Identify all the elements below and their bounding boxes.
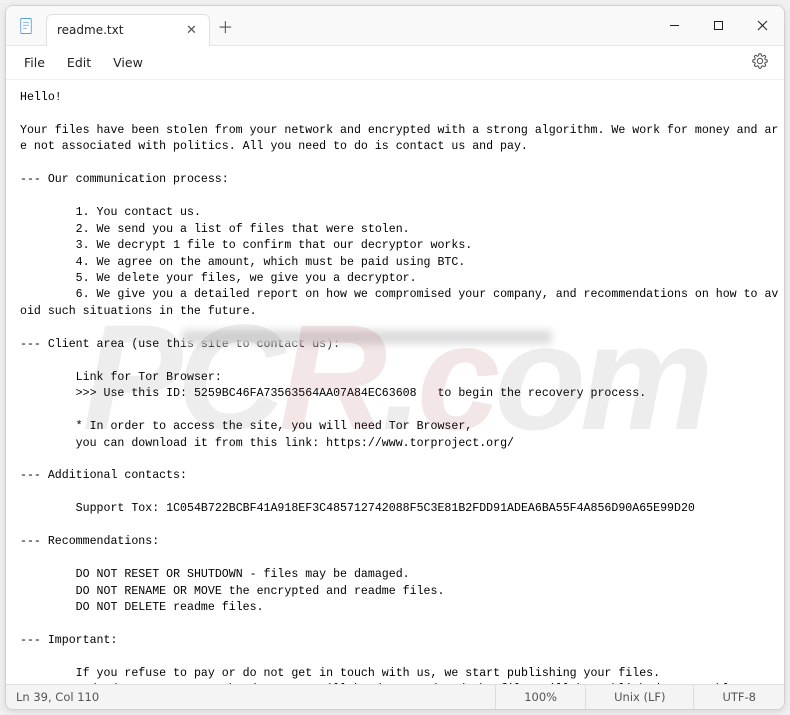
close-window-button[interactable] — [740, 6, 784, 46]
maximize-icon — [713, 20, 724, 31]
window-controls — [652, 6, 784, 46]
settings-button[interactable] — [744, 49, 776, 76]
app-window: readme.txt ✕ ＋ File Edit View Hell — [5, 5, 785, 710]
notepad-icon — [17, 17, 35, 35]
menu-file[interactable]: File — [14, 51, 55, 74]
new-tab-button[interactable]: ＋ — [210, 14, 240, 38]
close-tab-icon[interactable]: ✕ — [183, 22, 199, 38]
status-line-ending[interactable]: Unix (LF) — [585, 685, 693, 709]
editor-area[interactable]: Hello! Your files have been stolen from … — [6, 80, 784, 684]
menu-view[interactable]: View — [103, 51, 153, 74]
redacted-tor-link — [182, 330, 552, 344]
tab-title: readme.txt — [57, 23, 123, 37]
status-encoding[interactable]: UTF-8 — [693, 685, 784, 709]
maximize-button[interactable] — [696, 6, 740, 46]
status-position: Ln 39, Col 110 — [6, 690, 495, 704]
menu-edit[interactable]: Edit — [57, 51, 101, 74]
status-zoom[interactable]: 100% — [495, 685, 585, 709]
close-icon — [757, 20, 768, 31]
minimize-icon — [669, 20, 680, 31]
titlebar: readme.txt ✕ ＋ — [6, 6, 784, 46]
menubar: File Edit View — [6, 46, 784, 80]
minimize-button[interactable] — [652, 6, 696, 46]
gear-icon — [752, 53, 768, 69]
tab-readme[interactable]: readme.txt ✕ — [46, 14, 210, 46]
app-icon — [6, 17, 46, 35]
statusbar: Ln 39, Col 110 100% Unix (LF) UTF-8 — [6, 684, 784, 709]
document-body[interactable]: Hello! Your files have been stolen from … — [20, 90, 780, 684]
